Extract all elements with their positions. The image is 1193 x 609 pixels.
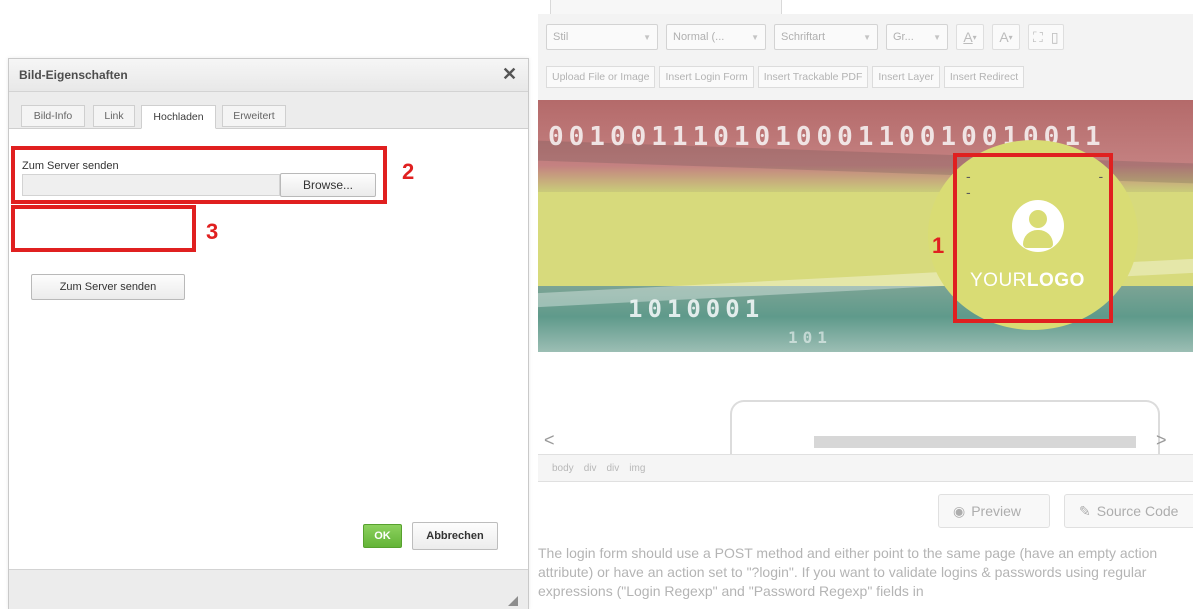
size-combo-label: Gr...: [893, 31, 914, 43]
background-color-button[interactable]: A ▾: [992, 24, 1020, 50]
background-color-icon: A: [999, 29, 1009, 45]
insert-redirect-button[interactable]: Insert Redirect: [943, 66, 1025, 88]
highlight-box-upload: [11, 146, 387, 204]
insert-login-form-button[interactable]: Insert Login Form: [659, 66, 754, 88]
dialog-titlebar[interactable]: Bild-Eigenschaften ✕: [9, 59, 528, 92]
chevron-down-icon: ▼: [933, 32, 941, 42]
chevron-down-icon: ▼: [643, 32, 651, 42]
toolbar-row-plugins: Upload File or Image Insert Login Form I…: [546, 66, 1025, 88]
path-item[interactable]: div: [584, 463, 597, 474]
format-combo-label: Normal (...: [673, 31, 725, 43]
font-combo-label: Schriftart: [781, 31, 826, 43]
eye-icon: ◉: [953, 502, 966, 519]
upload-file-button[interactable]: Upload File or Image: [546, 66, 656, 88]
resize-grip-icon[interactable]: [508, 596, 518, 606]
path-item[interactable]: body: [552, 463, 574, 474]
annotation-number-3: 3: [206, 219, 219, 244]
preview-button[interactable]: ◉ Preview: [938, 494, 1050, 528]
element-path-bar: body div div img: [538, 454, 1193, 482]
horizontal-scrollbar[interactable]: < >: [538, 430, 1193, 454]
toolbar-row-formatting: Stil ▼ Normal (... ▼ Schriftart ▼ Gr... …: [546, 24, 1064, 50]
dialog-footer: [9, 569, 528, 609]
scroll-right-arrow[interactable]: >: [1156, 430, 1167, 451]
path-item[interactable]: div: [606, 463, 619, 474]
tab-bild-info[interactable]: Bild-Info: [21, 105, 85, 127]
preview-button-label: Preview: [971, 503, 1022, 519]
highlight-box-send: [11, 205, 196, 252]
annotation-number-1: 1: [932, 233, 945, 258]
scroll-left-arrow[interactable]: <: [544, 430, 555, 451]
maximize-button[interactable]: ⛶ ▯: [1028, 24, 1064, 50]
chevron-down-icon: ▼: [863, 32, 871, 42]
maximize-icon: ⛶: [1033, 28, 1043, 45]
dialog-title: Bild-Eigenschaften: [19, 68, 128, 82]
path-item[interactable]: img: [629, 463, 645, 474]
binary-text-low: 101: [788, 328, 832, 347]
text-color-button[interactable]: A ▾: [956, 24, 984, 50]
cancel-button[interactable]: Abbrechen: [412, 522, 498, 550]
close-icon[interactable]: ✕: [502, 65, 517, 83]
scrollbar-thumb[interactable]: [814, 436, 1136, 448]
show-blocks-icon: ▯: [1050, 28, 1059, 45]
dialog-tabs: Bild-Info Link Hochladen Erweitert: [9, 92, 528, 129]
source-code-button-label: Source Code: [1096, 503, 1179, 519]
text-color-icon: A: [963, 29, 973, 45]
editor-top-tab: [550, 0, 782, 15]
style-combo-label: Stil: [553, 31, 569, 43]
size-combo[interactable]: Gr... ▼: [886, 24, 948, 50]
help-text: The login form should use a POST method …: [538, 545, 1158, 599]
insert-layer-button[interactable]: Insert Layer: [872, 66, 940, 88]
tab-link[interactable]: Link: [93, 105, 135, 127]
ok-button[interactable]: OK: [363, 524, 402, 548]
insert-trackable-pdf-button[interactable]: Insert Trackable PDF: [757, 66, 869, 88]
tab-hochladen[interactable]: Hochladen: [141, 105, 216, 129]
chevron-down-icon: ▼: [751, 32, 759, 42]
tab-erweitert[interactable]: Erweitert: [222, 105, 286, 127]
edit-icon: ✎: [1079, 502, 1091, 519]
annotation-number-2: 2: [402, 159, 415, 184]
font-combo[interactable]: Schriftart ▼: [774, 24, 878, 50]
editor-toolbar: Stil ▼ Normal (... ▼ Schriftart ▼ Gr... …: [538, 14, 1193, 101]
binary-text-mid: 1010001: [628, 295, 765, 323]
send-to-server-button[interactable]: Zum Server senden: [31, 274, 185, 300]
highlight-box-logo: [953, 153, 1113, 323]
source-code-button[interactable]: ✎ Source Code: [1064, 494, 1193, 528]
style-combo[interactable]: Stil ▼: [546, 24, 658, 50]
format-combo[interactable]: Normal (... ▼: [666, 24, 766, 50]
